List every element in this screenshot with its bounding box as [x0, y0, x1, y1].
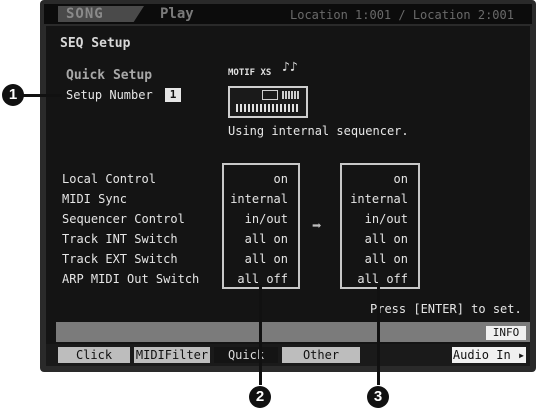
callout-1-line	[22, 94, 62, 97]
keyboard-buttons-icon	[282, 91, 300, 99]
audio-in-button[interactable]: Audio In ▸	[452, 347, 526, 363]
current-value: internal	[230, 192, 288, 206]
callout-2: 2	[249, 386, 271, 408]
current-value: on	[273, 172, 288, 186]
target-value: internal	[350, 192, 408, 206]
enter-hint: Press [ENTER] to set.	[370, 302, 522, 316]
message-bar	[56, 322, 530, 342]
target-value: in/out	[364, 212, 408, 226]
page-title: SEQ Setup	[60, 36, 131, 51]
tab-midifilter[interactable]: MIDIFilter	[134, 347, 210, 363]
setting-label: Track EXT Switch	[62, 252, 178, 266]
current-value: in/out	[244, 212, 288, 226]
arrow-right-icon: ➡	[312, 216, 322, 235]
setting-label: MIDI Sync	[62, 192, 128, 206]
keyboard-keys-icon	[236, 104, 300, 112]
callout-3: 3	[367, 386, 389, 408]
section-heading: Quick Setup	[66, 68, 153, 83]
current-value: all off	[237, 272, 288, 286]
current-value: all on	[244, 252, 288, 266]
setup-number-label: Setup Number	[66, 88, 153, 102]
device-logo: MOTIF XS	[228, 68, 272, 78]
mode-label: SONG	[66, 6, 104, 22]
setting-label: Local Control	[62, 172, 156, 186]
tab-quick[interactable]: Quick	[214, 347, 278, 363]
setting-label: ARP MIDI Out Switch	[62, 272, 200, 286]
target-value: all off	[357, 272, 408, 286]
sequencer-status: Using internal sequencer.	[228, 124, 409, 138]
target-value: all on	[364, 252, 408, 266]
tab-click[interactable]: Click	[58, 347, 130, 363]
setting-label: Sequencer Control	[62, 212, 185, 226]
tab-other[interactable]: Other	[282, 347, 360, 363]
music-notes-icon: ♪♪	[282, 60, 298, 75]
keyboard-display-icon	[262, 90, 278, 100]
info-button[interactable]: INFO	[486, 326, 526, 340]
location-readout: Location 1:001 / Location 2:001	[290, 8, 514, 22]
current-value: all on	[244, 232, 288, 246]
target-value: all on	[364, 232, 408, 246]
callout-2-line	[259, 285, 262, 385]
screen-label: Play	[160, 6, 194, 22]
setting-label: Track INT Switch	[62, 232, 178, 246]
target-value: on	[393, 172, 408, 186]
callout-3-line	[377, 285, 380, 385]
callout-1: 1	[2, 84, 24, 106]
setup-number-field[interactable]: 1	[165, 88, 181, 102]
